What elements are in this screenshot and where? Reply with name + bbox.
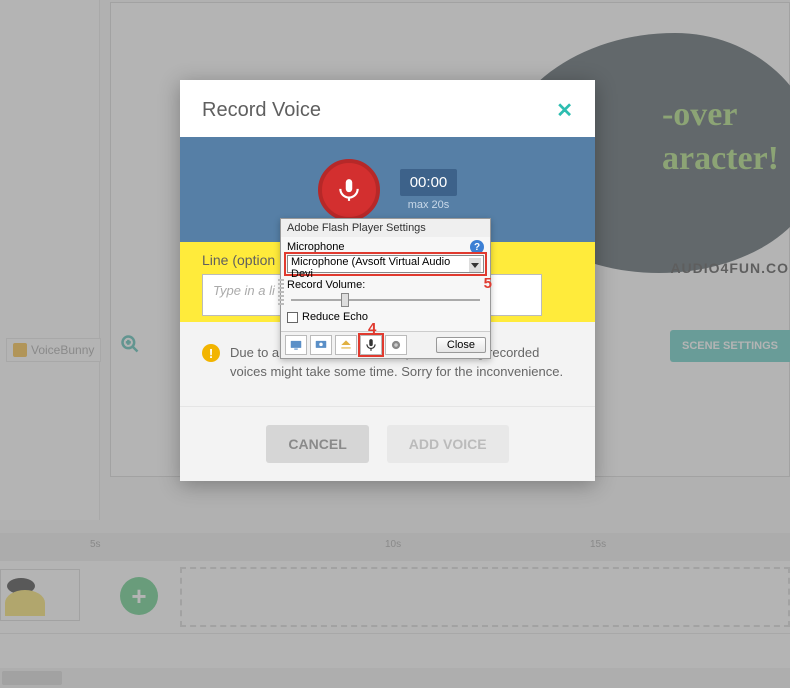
storage-tab-icon[interactable] (335, 335, 357, 355)
mic-label: Microphone (287, 241, 344, 253)
reduce-echo-label: Reduce Echo (302, 311, 368, 323)
record-volume-label: Record Volume: (287, 279, 484, 291)
timer-value: 00:00 (400, 169, 458, 196)
camera-tab-icon[interactable] (385, 335, 407, 355)
warning-icon: ! (202, 344, 220, 362)
cancel-button[interactable]: CANCEL (266, 425, 368, 463)
mic-selected-value: Microphone (Avsoft Virtual Audio Devi (291, 256, 450, 280)
flash-close-button[interactable]: Close (436, 337, 486, 353)
mic-select-annotation: Microphone (Avsoft Virtual Audio Devi (287, 255, 484, 273)
add-voice-button[interactable]: ADD VOICE (387, 425, 509, 463)
line-label: Line (option (202, 252, 275, 268)
chevron-down-icon (469, 258, 481, 272)
microphone-tab-icon[interactable] (360, 335, 382, 355)
volume-slider[interactable] (287, 293, 484, 307)
level-meter (278, 279, 286, 305)
microphone-icon (336, 177, 362, 203)
microphone-select[interactable]: Microphone (Avsoft Virtual Audio Devi (287, 255, 484, 273)
slider-thumb[interactable] (341, 293, 349, 307)
dialog-title: Record Voice (202, 99, 321, 122)
annotation-5: 5 (484, 275, 492, 292)
privacy-tab-icon[interactable] (310, 335, 332, 355)
timer-max: max 20s (400, 199, 458, 211)
flash-settings-popup: Adobe Flash Player Settings Microphone ?… (280, 218, 491, 359)
reduce-echo-checkbox[interactable] (287, 312, 298, 323)
flash-tabs: Close (281, 331, 490, 358)
annotation-4: 4 (368, 320, 376, 337)
close-icon[interactable]: ✕ (556, 98, 573, 123)
record-button[interactable] (318, 159, 380, 221)
help-icon[interactable]: ? (470, 240, 484, 254)
flash-title: Adobe Flash Player Settings (281, 219, 490, 237)
display-tab-icon[interactable] (285, 335, 307, 355)
